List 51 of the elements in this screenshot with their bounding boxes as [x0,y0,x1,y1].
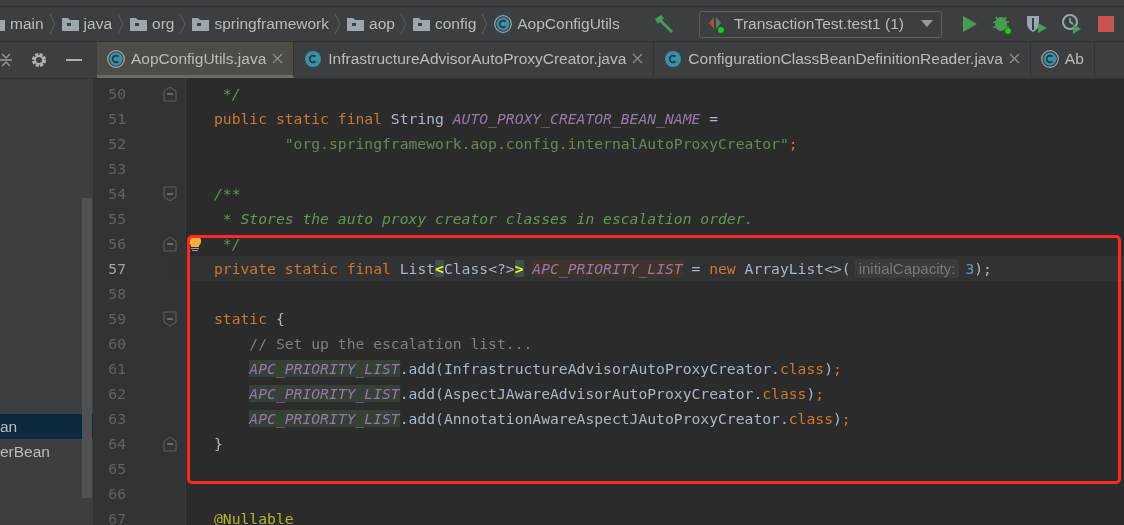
debug-bug-icon[interactable] [992,14,1012,34]
breadcrumb-item[interactable]: config [434,15,477,33]
code-line: static { [214,311,285,326]
breadcrumb-item[interactable]: main [10,15,44,33]
caret-icon [921,20,933,28]
build-hammer-icon[interactable] [653,14,675,34]
run-configuration-dropdown[interactable]: TransactionTest.test1 (1) [699,10,942,38]
breadcrumb-item[interactable]: aop [369,15,395,33]
coverage-icon[interactable] [1026,14,1048,34]
code-line: /** [214,186,241,201]
fold-marker-icon[interactable] [163,186,177,202]
fold-marker-icon[interactable] [163,311,177,327]
code-line: APC_PRIORITY_LIST.add(InfrastructureAdvisorAutoProxyCreator.class); [249,361,842,376]
close-icon[interactable] [272,53,284,64]
tree-item[interactable]: erBean [0,439,93,464]
code-line: "org.springframework.aop.config.internalAutoProxyCreator"; [284,136,798,151]
minimize-icon[interactable] [66,58,82,62]
class-icon [107,49,125,68]
breadcrumb-item[interactable]: org [152,15,175,33]
class-icon [664,49,683,68]
breadcrumb-item[interactable]: springframework [214,15,329,33]
breadcrumb-item[interactable]: AopConfigUtils [517,15,620,33]
code-line: private static final List<Class<?>> APC_PRIORITY_LIST = new ArrayList<>( initialCapacity: 3); [214,261,992,276]
folder-icon [412,17,430,31]
code-line: APC_PRIORITY_LIST.add(AnnotationAwareAspectJAutoProxyCreator.class); [249,411,851,426]
close-icon[interactable] [632,53,644,64]
run-icon[interactable] [962,15,978,33]
close-icon[interactable] [1008,53,1020,64]
code-line: */ [221,236,241,251]
code-line: // Set up the escalation list... [249,336,533,351]
code-line: } [214,436,223,451]
scrollbar-thumb[interactable] [82,198,92,498]
settings-icon[interactable] [30,51,48,69]
class-icon [1040,49,1059,68]
code-line: APC_PRIORITY_LIST.add(AspectJAwareAdvisorAutoProxyCreator.class); [249,386,825,401]
folder-icon [192,17,210,31]
code-line: public static final String AUTO_PROXY_CREATOR_BEAN_NAME = [214,111,719,126]
fold-marker-icon[interactable] [163,236,177,252]
code-line: */ [221,86,241,101]
folder-icon [61,17,79,31]
class-icon [494,15,513,33]
collapse-all-icon[interactable] [0,51,12,69]
fold-marker-icon[interactable] [163,86,177,102]
code-line: * Stores the auto proxy creator classes in escalation order. [221,211,754,226]
folder-icon [130,17,148,31]
line-number: 57 [107,260,126,277]
fold-marker-icon[interactable] [163,436,177,452]
breadcrumb-item[interactable]: java [83,15,113,33]
editor-tab[interactable]: AopConfigUtils.java [97,42,295,78]
folder-icon [347,17,364,31]
class-icon [304,49,323,68]
